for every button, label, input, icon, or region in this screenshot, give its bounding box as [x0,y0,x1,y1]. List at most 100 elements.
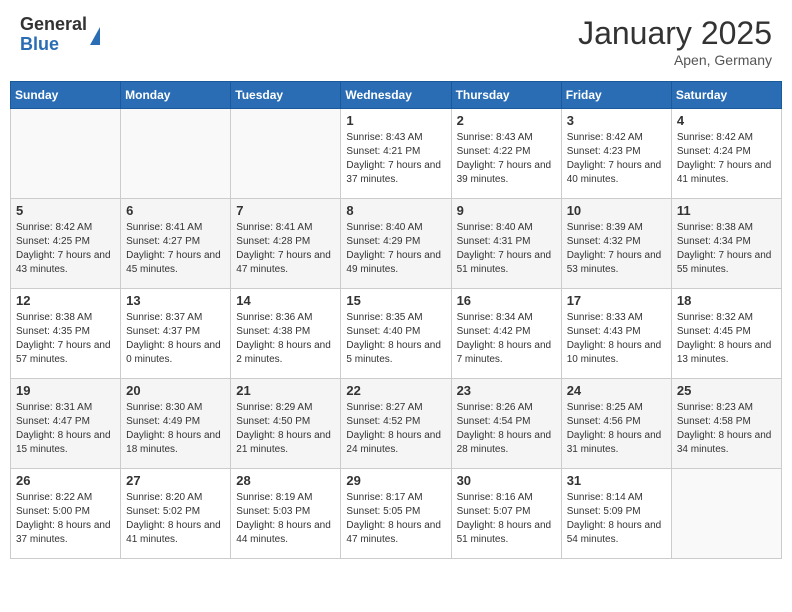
day-number: 8 [346,203,445,218]
calendar-cell: 15 Sunrise: 8:35 AMSunset: 4:40 PMDayligh… [341,289,451,379]
day-number: 15 [346,293,445,308]
day-info: Sunrise: 8:37 AMSunset: 4:37 PMDaylight:… [126,311,225,367]
location: Apen, Germany [578,52,772,68]
calendar-cell: 11Sunrise: 8:38 AMSunset: 4:34 PMDayligh… [671,199,781,289]
day-info: Sunrise: 8:41 AMSunset: 4:27 PMDaylight:… [126,221,225,277]
calendar-cell: 27 Sunrise: 8:20 AMSunset: 5:02 PMDayligh… [121,469,231,559]
day-number: 20 [126,383,225,398]
calendar-cell: 5Sunrise: 8:42 AMSunset: 4:25 PMDaylight… [11,199,121,289]
logo-triangle-icon [90,27,100,45]
day-info: Sunrise: 8:34 AMSunset: 4:42 PMDaylight:… [457,311,556,367]
day-info: Sunrise: 8:33 AMSunset: 4:43 PMDaylight:… [567,311,666,367]
calendar-cell: 24Sunrise: 8:25 AMSunset: 4:56 PMDayligh… [561,379,671,469]
calendar-cell: 31 Sunrise: 8:14 AMSunset: 5:09 PMDayligh… [561,469,671,559]
day-number: 31 [567,473,666,488]
day-info: Sunrise: 8:26 AMSunset: 4:54 PMDaylight:… [457,401,556,457]
day-number: 27 [126,473,225,488]
calendar-cell: 26 Sunrise: 8:22 AMSunset: 5:00 PMDayligh… [11,469,121,559]
day-number: 21 [236,383,335,398]
day-info: Sunrise: 8:31 AMSunset: 4:47 PMDaylight:… [16,401,115,457]
day-info: Sunrise: 8:35 AMSunset: 4:40 PMDaylight:… [346,311,445,367]
calendar-cell [121,109,231,199]
week-row: 1 Sunrise: 8:43 AMSunset: 4:21 PMDaylight… [11,109,782,199]
calendar-cell: 20 Sunrise: 8:30 AMSunset: 4:49 PMDayligh… [121,379,231,469]
calendar-cell: 21 Sunrise: 8:29 AMSunset: 4:50 PMDayligh… [231,379,341,469]
calendar-cell: 2Sunrise: 8:43 AMSunset: 4:22 PMDaylight… [451,109,561,199]
day-info: Sunrise: 8:43 AMSunset: 4:22 PMDaylight:… [457,131,556,187]
day-number: 13 [126,293,225,308]
day-info: Sunrise: 8:40 AMSunset: 4:31 PMDaylight:… [457,221,556,277]
logo: General Blue [20,15,100,55]
day-number: 3 [567,113,666,128]
calendar-cell: 25 Sunrise: 8:23 AMSunset: 4:58 PMDayligh… [671,379,781,469]
calendar-cell: 14 Sunrise: 8:36 AMSunset: 4:38 PMDayligh… [231,289,341,379]
week-row: 19Sunrise: 8:31 AMSunset: 4:47 PMDayligh… [11,379,782,469]
day-info: Sunrise: 8:23 AMSunset: 4:58 PMDaylight:… [677,401,776,457]
day-info: Sunrise: 8:14 AMSunset: 5:09 PMDaylight:… [567,491,666,547]
calendar-cell: 3Sunrise: 8:42 AMSunset: 4:23 PMDaylight… [561,109,671,199]
calendar-cell: 4 Sunrise: 8:42 AMSunset: 4:24 PMDaylight… [671,109,781,199]
day-number: 22 [346,383,445,398]
day-info: Sunrise: 8:22 AMSunset: 5:00 PMDaylight:… [16,491,115,547]
calendar-cell [11,109,121,199]
day-header-wednesday: Wednesday [341,82,451,109]
day-info: Sunrise: 8:41 AMSunset: 4:28 PMDaylight:… [236,221,335,277]
day-header-sunday: Sunday [11,82,121,109]
calendar-cell: 22 Sunrise: 8:27 AMSunset: 4:52 PMDayligh… [341,379,451,469]
calendar-cell [671,469,781,559]
day-info: Sunrise: 8:42 AMSunset: 4:24 PMDaylight:… [677,131,776,187]
day-number: 26 [16,473,115,488]
day-header-saturday: Saturday [671,82,781,109]
calendar-cell: 9 Sunrise: 8:40 AMSunset: 4:31 PMDaylight… [451,199,561,289]
day-header-thursday: Thursday [451,82,561,109]
header: General Blue January 2025 Apen, Germany [10,10,782,73]
logo-blue: Blue [20,35,87,55]
day-info: Sunrise: 8:32 AMSunset: 4:45 PMDaylight:… [677,311,776,367]
month-title: January 2025 [578,15,772,52]
day-header-monday: Monday [121,82,231,109]
day-header-tuesday: Tuesday [231,82,341,109]
day-number: 18 [677,293,776,308]
day-number: 6 [126,203,225,218]
day-number: 14 [236,293,335,308]
day-number: 29 [346,473,445,488]
day-info: Sunrise: 8:36 AMSunset: 4:38 PMDaylight:… [236,311,335,367]
day-number: 28 [236,473,335,488]
day-info: Sunrise: 8:29 AMSunset: 4:50 PMDaylight:… [236,401,335,457]
day-info: Sunrise: 8:38 AMSunset: 4:35 PMDaylight:… [16,311,115,367]
day-number: 11 [677,203,776,218]
week-row: 5Sunrise: 8:42 AMSunset: 4:25 PMDaylight… [11,199,782,289]
header-row: SundayMondayTuesdayWednesdayThursdayFrid… [11,82,782,109]
day-number: 23 [457,383,556,398]
day-number: 16 [457,293,556,308]
title-block: January 2025 Apen, Germany [578,15,772,68]
calendar-cell: 18 Sunrise: 8:32 AMSunset: 4:45 PMDayligh… [671,289,781,379]
day-info: Sunrise: 8:27 AMSunset: 4:52 PMDaylight:… [346,401,445,457]
day-number: 5 [16,203,115,218]
calendar-cell: 29 Sunrise: 8:17 AMSunset: 5:05 PMDayligh… [341,469,451,559]
day-header-friday: Friday [561,82,671,109]
calendar-cell: 19Sunrise: 8:31 AMSunset: 4:47 PMDayligh… [11,379,121,469]
day-number: 9 [457,203,556,218]
calendar-cell: 17 Sunrise: 8:33 AMSunset: 4:43 PMDayligh… [561,289,671,379]
calendar-cell: 13 Sunrise: 8:37 AMSunset: 4:37 PMDayligh… [121,289,231,379]
day-info: Sunrise: 8:17 AMSunset: 5:05 PMDaylight:… [346,491,445,547]
day-info: Sunrise: 8:43 AMSunset: 4:21 PMDaylight:… [346,131,445,187]
day-number: 30 [457,473,556,488]
calendar-cell: 6 Sunrise: 8:41 AMSunset: 4:27 PMDaylight… [121,199,231,289]
day-info: Sunrise: 8:20 AMSunset: 5:02 PMDaylight:… [126,491,225,547]
day-number: 25 [677,383,776,398]
day-number: 24 [567,383,666,398]
week-row: 26 Sunrise: 8:22 AMSunset: 5:00 PMDayligh… [11,469,782,559]
day-number: 1 [346,113,445,128]
calendar-cell: 28Sunrise: 8:19 AMSunset: 5:03 PMDayligh… [231,469,341,559]
day-info: Sunrise: 8:30 AMSunset: 4:49 PMDaylight:… [126,401,225,457]
calendar-cell: 7 Sunrise: 8:41 AMSunset: 4:28 PMDaylight… [231,199,341,289]
day-info: Sunrise: 8:39 AMSunset: 4:32 PMDaylight:… [567,221,666,277]
week-row: 12Sunrise: 8:38 AMSunset: 4:35 PMDayligh… [11,289,782,379]
page-container: General Blue January 2025 Apen, Germany … [10,10,782,559]
calendar-cell: 12Sunrise: 8:38 AMSunset: 4:35 PMDayligh… [11,289,121,379]
day-number: 7 [236,203,335,218]
day-number: 17 [567,293,666,308]
day-number: 4 [677,113,776,128]
